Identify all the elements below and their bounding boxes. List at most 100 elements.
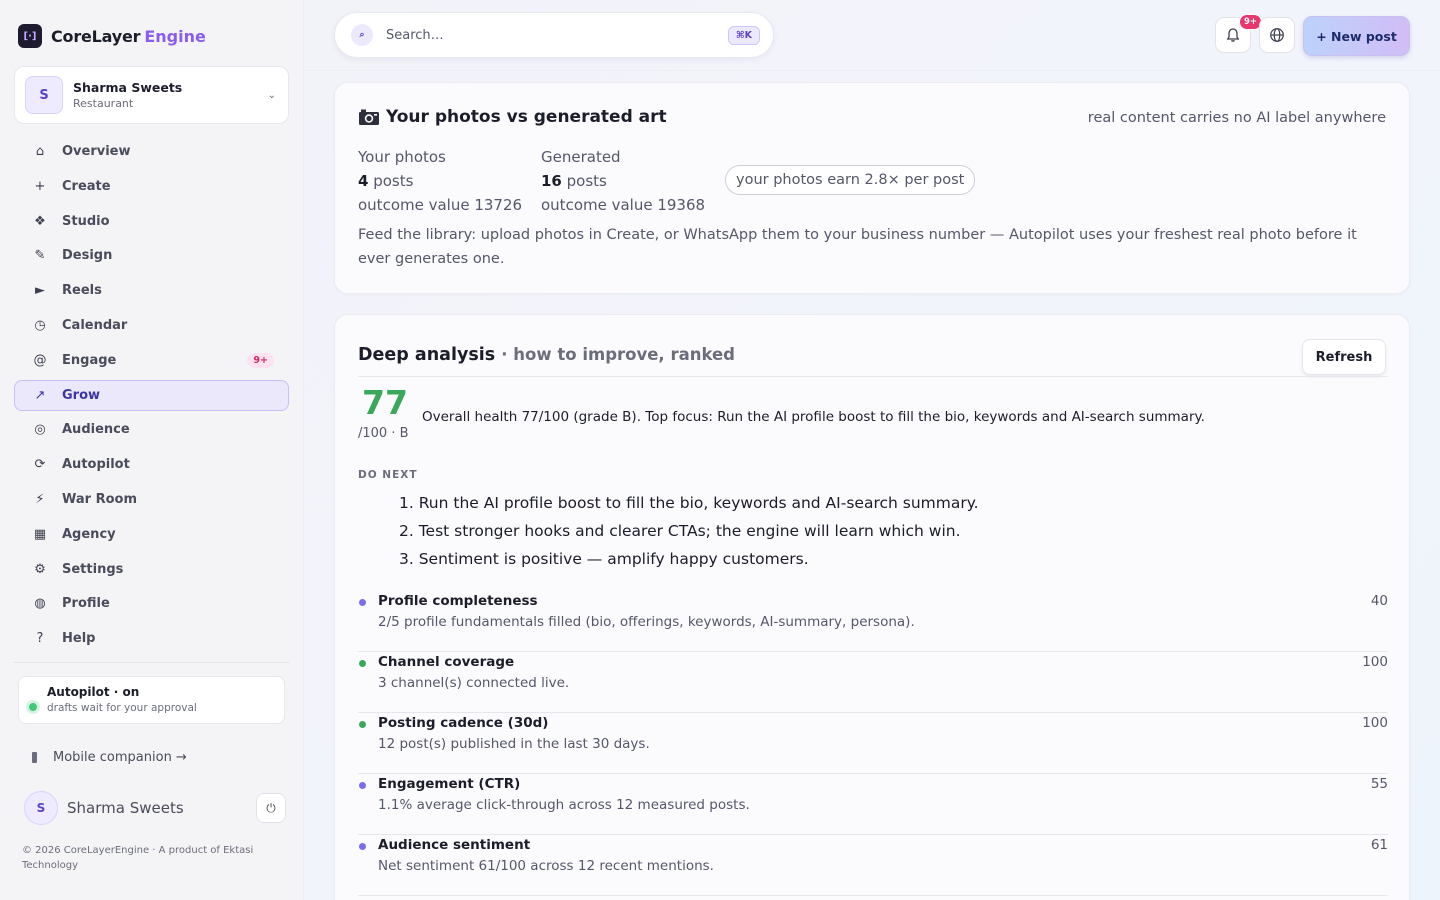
sidebar-item-calendar[interactable]: ◷ Calendar xyxy=(14,310,289,341)
user-name: Sharma Sweets xyxy=(67,799,184,817)
autopilot-status-dot xyxy=(29,703,37,711)
nav-war-room-icon: ⚡ xyxy=(35,491,45,507)
sidebar-item-label: Studio xyxy=(62,213,110,229)
your-photos-stat: Your photos 4 posts outcome value 13726 xyxy=(358,145,522,217)
brand-logo-icon: [·] xyxy=(18,24,42,48)
user-row: S Sharma Sweets ⏻ xyxy=(24,790,286,826)
nav-engage-icon: @ xyxy=(33,352,47,368)
sidebar-item-studio[interactable]: ❖ Studio xyxy=(14,206,289,237)
brand-name: CoreLayer xyxy=(51,26,141,46)
sidebar-item-settings[interactable]: ⚙ Settings xyxy=(14,554,289,585)
brand[interactable]: [·] CoreLayer Engine xyxy=(18,24,206,48)
nav-autopilot-icon: ⟳ xyxy=(34,457,46,473)
sidebar-item-help[interactable]: ? Help xyxy=(14,623,289,654)
sidebar-item-label: Overview xyxy=(62,144,131,159)
sidebar-item-war-room[interactable]: ⚡ War Room xyxy=(14,484,289,515)
search-icon: ⌕ xyxy=(351,24,373,46)
logout-button[interactable]: ⏻ xyxy=(256,793,286,823)
refresh-button[interactable]: Refresh xyxy=(1302,339,1386,375)
sidebar-item-label: Grow xyxy=(62,387,101,403)
mobile-companion-label: Mobile companion → xyxy=(53,750,187,765)
do-next-heading: DO NEXT xyxy=(358,469,418,481)
metric-description: Net sentiment 61/100 across 12 recent me… xyxy=(378,858,714,874)
photos-vs-generated-card: Your photos vs generated art real conten… xyxy=(334,82,1410,294)
sidebar-item-label: Design xyxy=(62,248,113,264)
sidebar-item-engage[interactable]: @ Engage 9+ xyxy=(14,345,289,376)
your-photos-outcome: outcome value 13726 xyxy=(358,196,523,214)
metric-title: Channel coverage xyxy=(378,654,515,670)
do-next-item: 1. Run the AI profile boost to fill the … xyxy=(399,494,979,512)
analysis-title-text: Deep analysis xyxy=(358,345,496,365)
footer-note: © 2026 CoreLayerEngine · A product of Ek… xyxy=(22,845,254,871)
metric-row: Posting cadence (30d) 12 post(s) publishe… xyxy=(358,713,1388,774)
sidebar-item-reels[interactable]: ► Reels xyxy=(14,275,289,306)
new-post-button[interactable]: + New post xyxy=(1303,16,1410,56)
sidebar-item-grow[interactable]: ↗ Grow xyxy=(14,379,289,411)
sidebar-item-label: Help xyxy=(62,631,96,647)
nav-agency-icon: ▦ xyxy=(33,526,47,542)
sidebar-item-label: Audience xyxy=(62,422,130,438)
bell-icon xyxy=(1226,28,1240,42)
sidebar-item-overview[interactable]: ⌂ Overview xyxy=(14,136,289,167)
generated-outcome: outcome value 19368 xyxy=(541,196,706,214)
autopilot-status-card[interactable]: Autopilot · on drafts wait for your appr… xyxy=(18,676,285,724)
metric-title: Audience sentiment xyxy=(378,837,531,853)
generated-stat: Generated 16 posts outcome value 19368 xyxy=(541,145,705,217)
generated-unit: posts xyxy=(566,172,607,190)
sidebar-item-label: War Room xyxy=(62,491,138,507)
metric-title: Profile completeness xyxy=(378,593,538,609)
metric-title: Posting cadence (30d) xyxy=(378,715,549,731)
do-next-list: 1. Run the AI profile boost to fill the … xyxy=(399,489,979,573)
photos-card-title: Your photos vs generated art xyxy=(358,107,667,127)
search-input[interactable]: Search… xyxy=(386,28,728,43)
sidebar-item-audience[interactable]: ◎ Audience xyxy=(14,414,289,445)
phone-icon xyxy=(32,752,37,763)
brand-accent: Engine xyxy=(144,26,206,46)
nav-overview-icon: ⌂ xyxy=(35,144,45,159)
metric-status-dot xyxy=(359,721,366,728)
photos-card-title-text: Your photos vs generated art xyxy=(386,107,667,127)
generated-label: Generated xyxy=(541,148,621,166)
nav-create-icon: + xyxy=(34,178,46,194)
metric-row: Profile completeness 2/5 profile fundamen… xyxy=(358,591,1388,652)
sidebar-item-label: Autopilot xyxy=(62,457,130,473)
sidebar-item-label: Calendar xyxy=(62,317,128,333)
sidebar-item-autopilot[interactable]: ⟳ Autopilot xyxy=(14,449,289,480)
nav-audience-icon: ◎ xyxy=(34,422,46,438)
workspace-avatar: S xyxy=(25,76,63,114)
your-photos-unit: posts xyxy=(373,172,414,190)
health-summary: Overall health 77/100 (grade B). Top foc… xyxy=(422,409,1205,425)
sidebar-item-profile[interactable]: ◍ Profile xyxy=(14,588,289,619)
metric-status-dot xyxy=(359,599,366,606)
metric-description: 12 post(s) published in the last 30 days… xyxy=(378,736,650,752)
avatar[interactable]: S xyxy=(24,791,58,825)
analysis-title: Deep analysis · how to improve, ranked xyxy=(358,345,735,365)
mobile-companion-link[interactable]: Mobile companion → xyxy=(32,750,187,765)
sidebar-item-create[interactable]: + Create xyxy=(14,171,289,202)
do-next-item: 2. Test stronger hooks and clearer CTAs;… xyxy=(399,522,961,540)
metric-score: 40 xyxy=(1370,593,1388,609)
analysis-subtitle: · how to improve, ranked xyxy=(501,345,735,364)
sidebar-item-label: Engage xyxy=(62,352,117,368)
metric-row: Audience sentiment Net sentiment 61/100 a… xyxy=(358,835,1388,896)
do-next-item: 3. Sentiment is positive — amplify happy… xyxy=(399,550,809,568)
workspace-switcher[interactable]: S Sharma Sweets Restaurant ⌄ xyxy=(14,66,289,124)
nav-settings-icon: ⚙ xyxy=(34,561,46,577)
topbar-divider xyxy=(304,70,1440,71)
sidebar-item-design[interactable]: ✎ Design xyxy=(14,240,289,271)
nav-reels-icon: ► xyxy=(35,283,45,299)
feed-library-note: Feed the library: upload photos in Creat… xyxy=(358,227,1357,267)
search-bar[interactable]: ⌕ Search… ⌘K xyxy=(334,12,774,58)
metric-row: Channel coverage 3 channel(s) connected l… xyxy=(358,652,1388,713)
metric-score: 55 xyxy=(1370,776,1388,792)
metric-score: 100 xyxy=(1362,654,1388,670)
globe-icon xyxy=(1270,28,1284,42)
health-score-grade: /100 · B xyxy=(358,426,409,441)
language-button[interactable] xyxy=(1259,17,1295,53)
generated-count: 16 xyxy=(541,172,562,190)
search-shortcut-badge: ⌘K xyxy=(727,25,760,45)
your-photos-count: 4 xyxy=(358,172,369,190)
metric-description: 2/5 profile fundamentals filled (bio, of… xyxy=(378,614,915,630)
sidebar-item-agency[interactable]: ▦ Agency xyxy=(14,519,289,550)
autopilot-status-title: Autopilot · on xyxy=(47,685,140,699)
